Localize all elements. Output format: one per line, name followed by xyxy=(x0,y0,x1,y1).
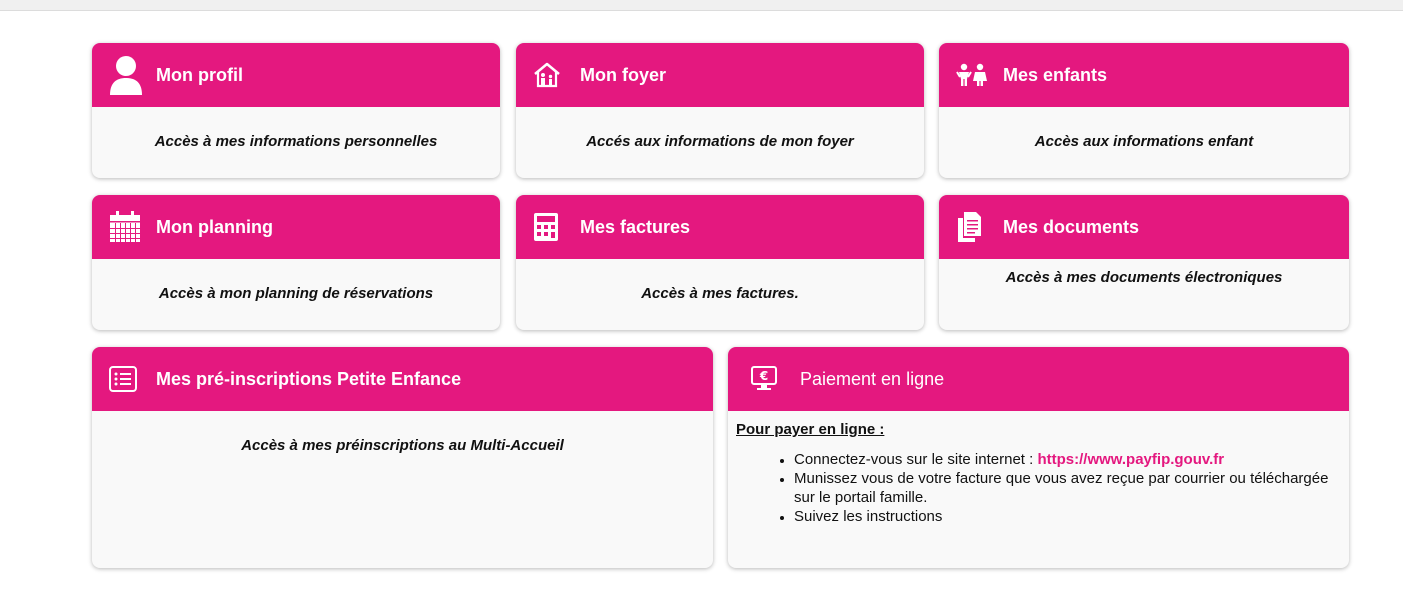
card-description: Accès à mes informations personnelles xyxy=(154,133,438,150)
card-description: Accés aux informations de mon foyer xyxy=(586,133,854,150)
svg-text:€: € xyxy=(759,369,768,383)
card-mon-foyer[interactable]: Mon foyer Accés aux informations de mon … xyxy=(516,43,924,178)
card-pre-inscriptions[interactable]: Mes pré-inscriptions Petite Enfance Accè… xyxy=(92,347,713,568)
card-mes-factures[interactable]: Mes factures Accès à mes factures. xyxy=(516,195,924,330)
card-title: Mon profil xyxy=(156,64,243,85)
euro-screen-icon: € xyxy=(750,359,790,399)
card-description: Accès à mes documents électroniques xyxy=(1005,269,1283,286)
step-text: Suivez les instructions xyxy=(794,508,943,525)
card-description: Accès à mes factures. xyxy=(641,285,799,302)
card-title: Mes enfants xyxy=(1003,64,1108,85)
card-header: Mes enfants xyxy=(939,43,1349,107)
step-text: Connectez-vous sur le site internet : xyxy=(794,451,1038,468)
payfip-link[interactable]: https://www.payfip.gouv.fr xyxy=(1037,451,1224,468)
card-header: Mes documents xyxy=(939,195,1349,259)
card-title: Mes pré-inscriptions Petite Enfance xyxy=(156,368,462,389)
list-item: Munissez vous de votre facture que vous … xyxy=(794,469,1339,507)
card-header: Mon planning xyxy=(92,195,500,259)
card-mes-enfants[interactable]: Mes enfants Accès aux informations enfan… xyxy=(939,43,1349,178)
card-title: Mes factures xyxy=(580,216,691,237)
card-mes-documents[interactable]: Mes documents Accès à mes documents élec… xyxy=(939,195,1349,330)
home-family-icon xyxy=(532,55,572,95)
card-paiement-en-ligne: € Paiement en ligne Pour payer en ligne … xyxy=(728,347,1349,568)
list-item: Suivez les instructions xyxy=(794,507,1339,526)
card-mon-profil[interactable]: Mon profil Accès à mes informations pers… xyxy=(92,43,500,178)
list-icon xyxy=(108,359,148,399)
card-description: Accès à mes préinscriptions au Multi-Acc… xyxy=(241,437,564,454)
children-icon xyxy=(955,55,995,95)
payment-instructions: Pour payer en ligne : Connectez-vous sur… xyxy=(728,411,1349,526)
list-item: Connectez-vous sur le site internet : ht… xyxy=(794,450,1339,469)
step-text: Munissez vous de votre facture que vous … xyxy=(794,470,1329,506)
card-header: Mon foyer xyxy=(516,43,924,107)
card-header: Mon profil xyxy=(92,43,500,107)
top-bar xyxy=(0,0,1403,11)
card-description: Accès à mon planning de réservations xyxy=(158,285,434,302)
card-title: Paiement en ligne xyxy=(800,368,945,389)
card-description: Accès aux informations enfant xyxy=(1034,133,1254,150)
payment-steps: Connectez-vous sur le site internet : ht… xyxy=(736,450,1339,526)
calculator-icon xyxy=(532,207,572,247)
payment-subtitle: Pour payer en ligne : xyxy=(736,421,885,438)
card-header: Mes pré-inscriptions Petite Enfance xyxy=(92,347,713,411)
user-icon xyxy=(108,55,148,95)
card-mon-planning[interactable]: Mon planning Accès à mon planning de rés… xyxy=(92,195,500,330)
card-header: € Paiement en ligne xyxy=(728,347,1349,411)
calendar-icon xyxy=(108,207,148,247)
card-title: Mes documents xyxy=(1003,216,1140,237)
card-header: Mes factures xyxy=(516,195,924,259)
card-title: Mon planning xyxy=(156,216,273,237)
documents-icon xyxy=(955,207,995,247)
card-title: Mon foyer xyxy=(580,64,667,85)
